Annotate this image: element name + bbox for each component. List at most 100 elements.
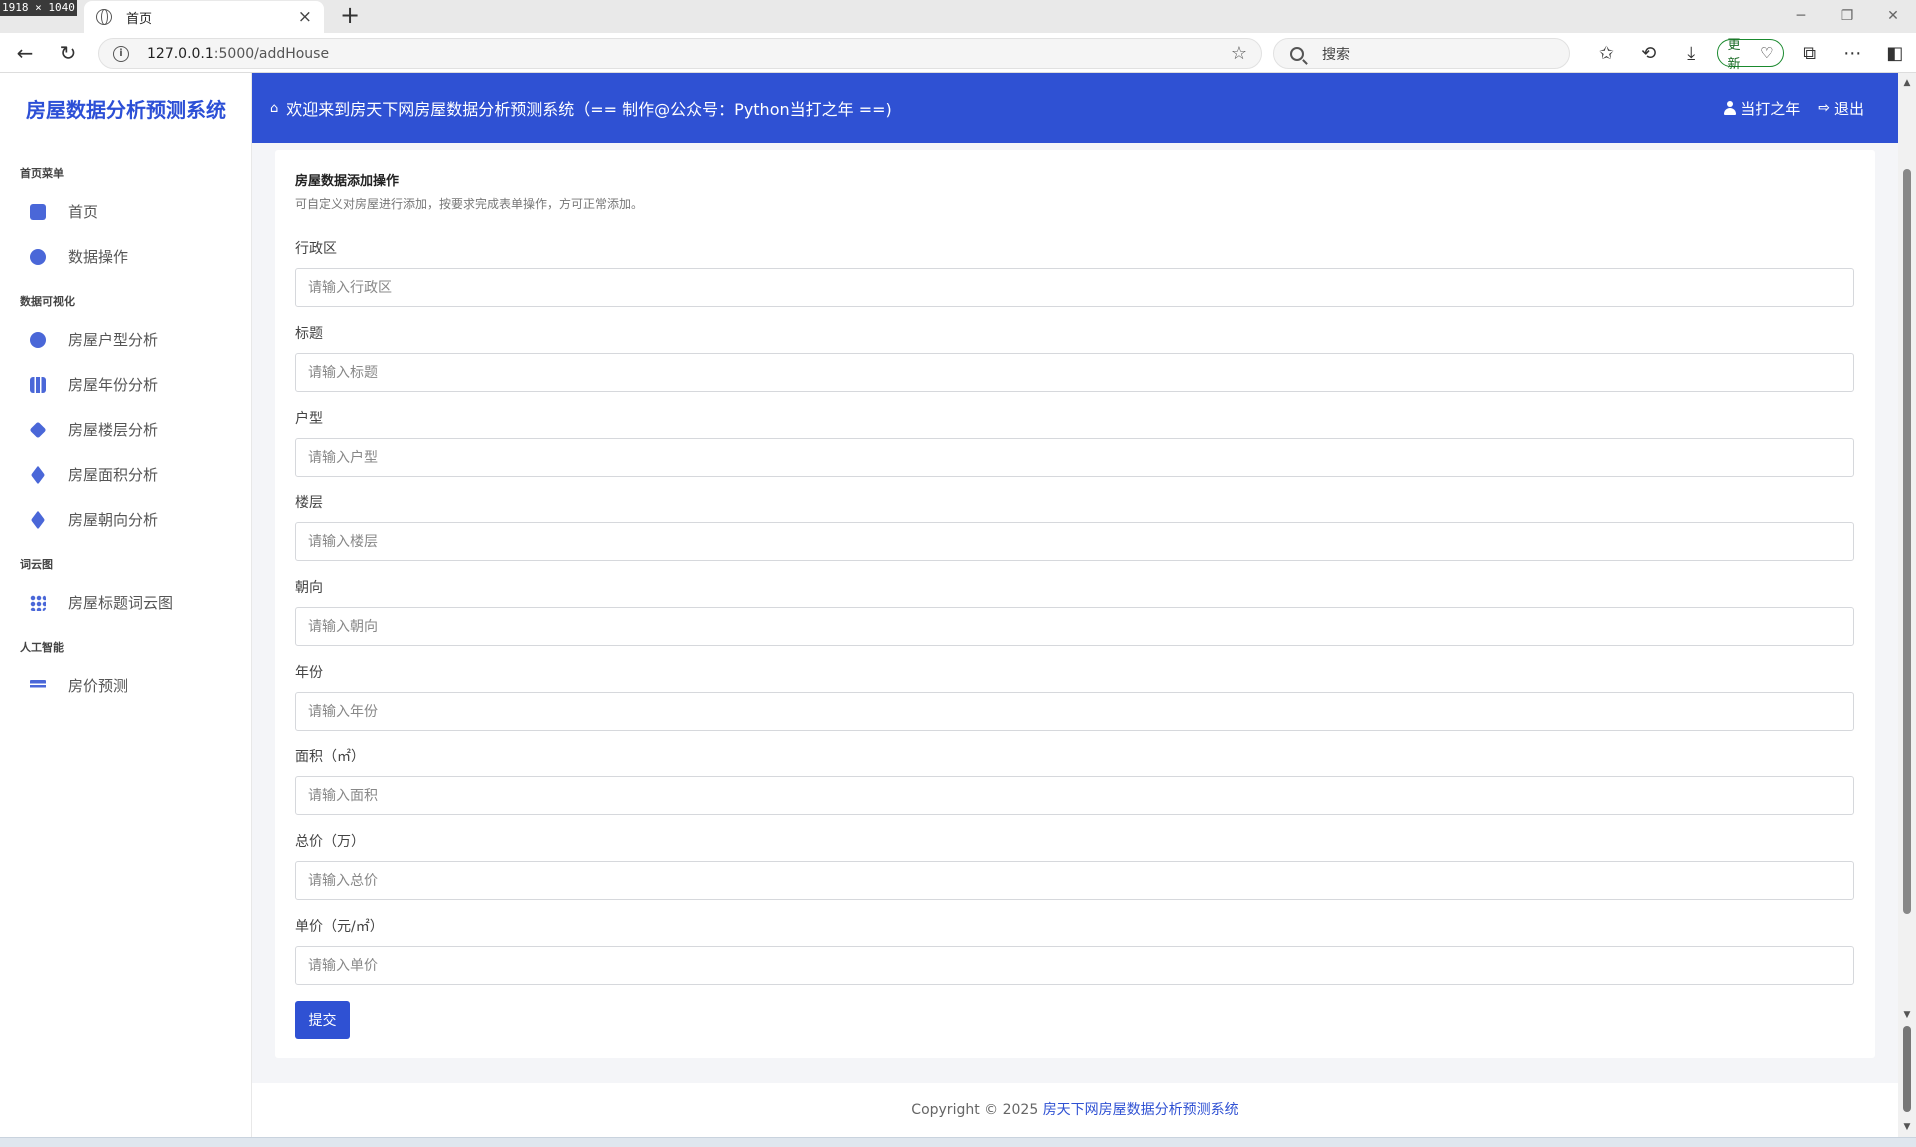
back-icon[interactable]: ← xyxy=(10,39,40,67)
year-input[interactable] xyxy=(295,692,1854,731)
search-icon xyxy=(1290,46,1304,61)
browser-tab[interactable]: 首页 × xyxy=(84,1,324,33)
total-price-input[interactable] xyxy=(295,861,1854,900)
area-input[interactable] xyxy=(295,776,1854,815)
browser-search-box[interactable]: 搜索 xyxy=(1273,38,1570,69)
browser-tab-bar: 1918 × 1040 首页 × + ─ ❐ ✕ xyxy=(0,0,1916,33)
floor-input[interactable] xyxy=(295,522,1854,561)
update-button[interactable]: 更新 ♡ xyxy=(1716,38,1785,72)
favorite-star-icon[interactable]: ☆ xyxy=(1231,43,1247,64)
sidebar-item-label: 房屋朝向分析 xyxy=(68,511,159,529)
close-tab-icon[interactable]: × xyxy=(298,7,312,27)
sidebar-item-price-prediction[interactable]: 房价预测 xyxy=(0,663,251,708)
address-bar[interactable]: i 127.0.0.1:5000/addHouse ☆ xyxy=(98,38,1262,69)
form-title: 房屋数据添加操作 xyxy=(295,174,400,189)
chat-icon xyxy=(30,248,46,265)
label-total-price: 总价（万） xyxy=(295,834,365,850)
label-district: 行政区 xyxy=(295,241,337,257)
sidebar-item-label: 房屋标题词云图 xyxy=(68,594,174,612)
label-year: 年份 xyxy=(295,665,323,681)
user-menu[interactable]: 当打之年 xyxy=(1724,98,1800,119)
scrollbar-thumb[interactable] xyxy=(1903,169,1911,914)
unit-price-input[interactable] xyxy=(295,946,1854,985)
sidebar-item-orientation-analysis[interactable]: 房屋朝向分析 xyxy=(0,497,251,542)
sidebar-item-label: 房价预测 xyxy=(68,677,129,695)
sidebar-item-label: 房屋楼层分析 xyxy=(68,421,159,439)
sidebar-item-layout-analysis[interactable]: 房屋户型分析 xyxy=(0,317,251,362)
label-floor: 楼层 xyxy=(295,495,323,511)
history-icon[interactable]: ⟲ xyxy=(1628,43,1671,64)
footer-link[interactable]: 房天下网房屋数据分析预测系统 xyxy=(1043,1102,1239,1118)
list-icon xyxy=(30,680,46,691)
add-house-card: 房屋数据添加操作 可自定义对房屋进行添加，按要求完成表单操作，方可正常添加。 行… xyxy=(275,150,1875,1058)
section-title-ai: 人工智能 xyxy=(20,641,64,654)
screen-size-badge: 1918 × 1040 xyxy=(0,0,77,16)
welcome-text: 欢迎来到房天下网房屋数据分析预测系统（== 制作@公众号：Python当打之年 … xyxy=(286,100,892,119)
sidebar-item-title-wordcloud[interactable]: 房屋标题词云图 xyxy=(0,580,251,625)
logout-link[interactable]: ⇨ 退出 xyxy=(1818,98,1864,119)
cube-icon xyxy=(29,421,47,438)
sidebar-item-label: 房屋面积分析 xyxy=(68,466,159,484)
user-name: 当打之年 xyxy=(1740,99,1801,118)
sidebar-item-label: 房屋年份分析 xyxy=(68,376,159,394)
sidebar-item-label: 房屋户型分析 xyxy=(68,331,159,349)
label-area: 面积（㎡） xyxy=(295,749,365,765)
sidebar-item-floor-analysis[interactable]: 房屋楼层分析 xyxy=(0,407,251,452)
page-scrollbar[interactable]: ▲ ▼ ▼ xyxy=(1898,73,1916,1137)
user-icon xyxy=(1724,101,1737,115)
layers-icon xyxy=(30,510,46,529)
layers-icon xyxy=(30,465,46,484)
close-window-icon[interactable]: ✕ xyxy=(1870,0,1916,33)
district-input[interactable] xyxy=(295,268,1854,307)
section-title-visualization: 数据可视化 xyxy=(20,295,75,308)
restore-icon[interactable]: ❐ xyxy=(1824,0,1870,33)
reload-icon[interactable]: ↻ xyxy=(53,39,83,67)
sidebar-item-year-analysis[interactable]: 房屋年份分析 xyxy=(0,362,251,407)
site-info-icon[interactable]: i xyxy=(113,45,129,62)
home-icon: ⌂ xyxy=(270,100,279,116)
label-layout: 户型 xyxy=(295,411,323,427)
grid-icon xyxy=(30,594,46,611)
screenshot-icon[interactable]: ⧉ xyxy=(1788,43,1831,64)
tab-title: 首页 xyxy=(126,11,153,27)
brand-title[interactable]: 房屋数据分析预测系统 xyxy=(0,73,251,143)
update-label: 更新 xyxy=(1727,38,1741,72)
scroll-up-icon[interactable]: ▲ xyxy=(1898,75,1916,91)
url-host: 127.0.0.1 xyxy=(147,45,214,62)
sidebar-item-label: 数据操作 xyxy=(68,248,129,266)
label-unit-price: 单价（元/㎡） xyxy=(295,919,384,935)
sidebar-toggle-icon[interactable]: ◧ xyxy=(1873,43,1916,64)
scroll-down-icon[interactable]: ▼ xyxy=(1898,1007,1916,1023)
favorites-icon[interactable]: ✩ xyxy=(1585,43,1628,64)
sidebar-item-home[interactable]: 首页 xyxy=(0,189,251,234)
submit-button[interactable]: 提交 xyxy=(295,1001,350,1039)
logout-icon: ⇨ xyxy=(1818,100,1830,116)
title-input[interactable] xyxy=(295,353,1854,392)
new-tab-button[interactable]: + xyxy=(336,2,364,30)
top-header: ⌂ 欢迎来到房天下网房屋数据分析预测系统（== 制作@公众号：Python当打之… xyxy=(252,73,1898,143)
monitor-icon xyxy=(30,203,46,220)
globe-icon xyxy=(96,9,112,25)
sidebar-item-data-ops[interactable]: 数据操作 xyxy=(0,234,251,279)
scroll-end-icon[interactable]: ▼ xyxy=(1898,1119,1916,1135)
footer: Copyright © 2025 房天下网房屋数据分析预测系统 xyxy=(252,1083,1898,1137)
search-placeholder: 搜索 xyxy=(1322,46,1350,63)
layout-input[interactable] xyxy=(295,438,1854,477)
browser-toolbar: ← ↻ i 127.0.0.1:5000/addHouse ☆ 搜索 ✩ ⟲ ⤓… xyxy=(0,33,1916,73)
header-actions: 当打之年 ⇨ 退出 xyxy=(1706,98,1898,119)
more-menu-icon[interactable]: ⋯ xyxy=(1831,43,1874,64)
label-orientation: 朝向 xyxy=(295,580,323,596)
logout-label: 退出 xyxy=(1833,99,1864,118)
sidebar-item-area-analysis[interactable]: 房屋面积分析 xyxy=(0,452,251,497)
browser-tools: ✩ ⟲ ⤓ 更新 ♡ ⧉ ⋯ ◧ xyxy=(1585,38,1916,72)
url-path: :5000/addHouse xyxy=(213,45,330,62)
minimize-icon[interactable]: ─ xyxy=(1778,0,1824,33)
orientation-input[interactable] xyxy=(295,607,1854,646)
section-title-home: 首页菜单 xyxy=(20,167,64,180)
label-title: 标题 xyxy=(295,326,323,342)
sidebar-item-label: 首页 xyxy=(68,203,99,221)
copyright-text: Copyright © 2025 xyxy=(911,1102,1043,1118)
form-description: 可自定义对房屋进行添加，按要求完成表单操作，方可正常添加。 xyxy=(295,197,644,211)
scrollbar-lower-track xyxy=(1903,1026,1911,1112)
download-icon[interactable]: ⤓ xyxy=(1670,43,1713,64)
